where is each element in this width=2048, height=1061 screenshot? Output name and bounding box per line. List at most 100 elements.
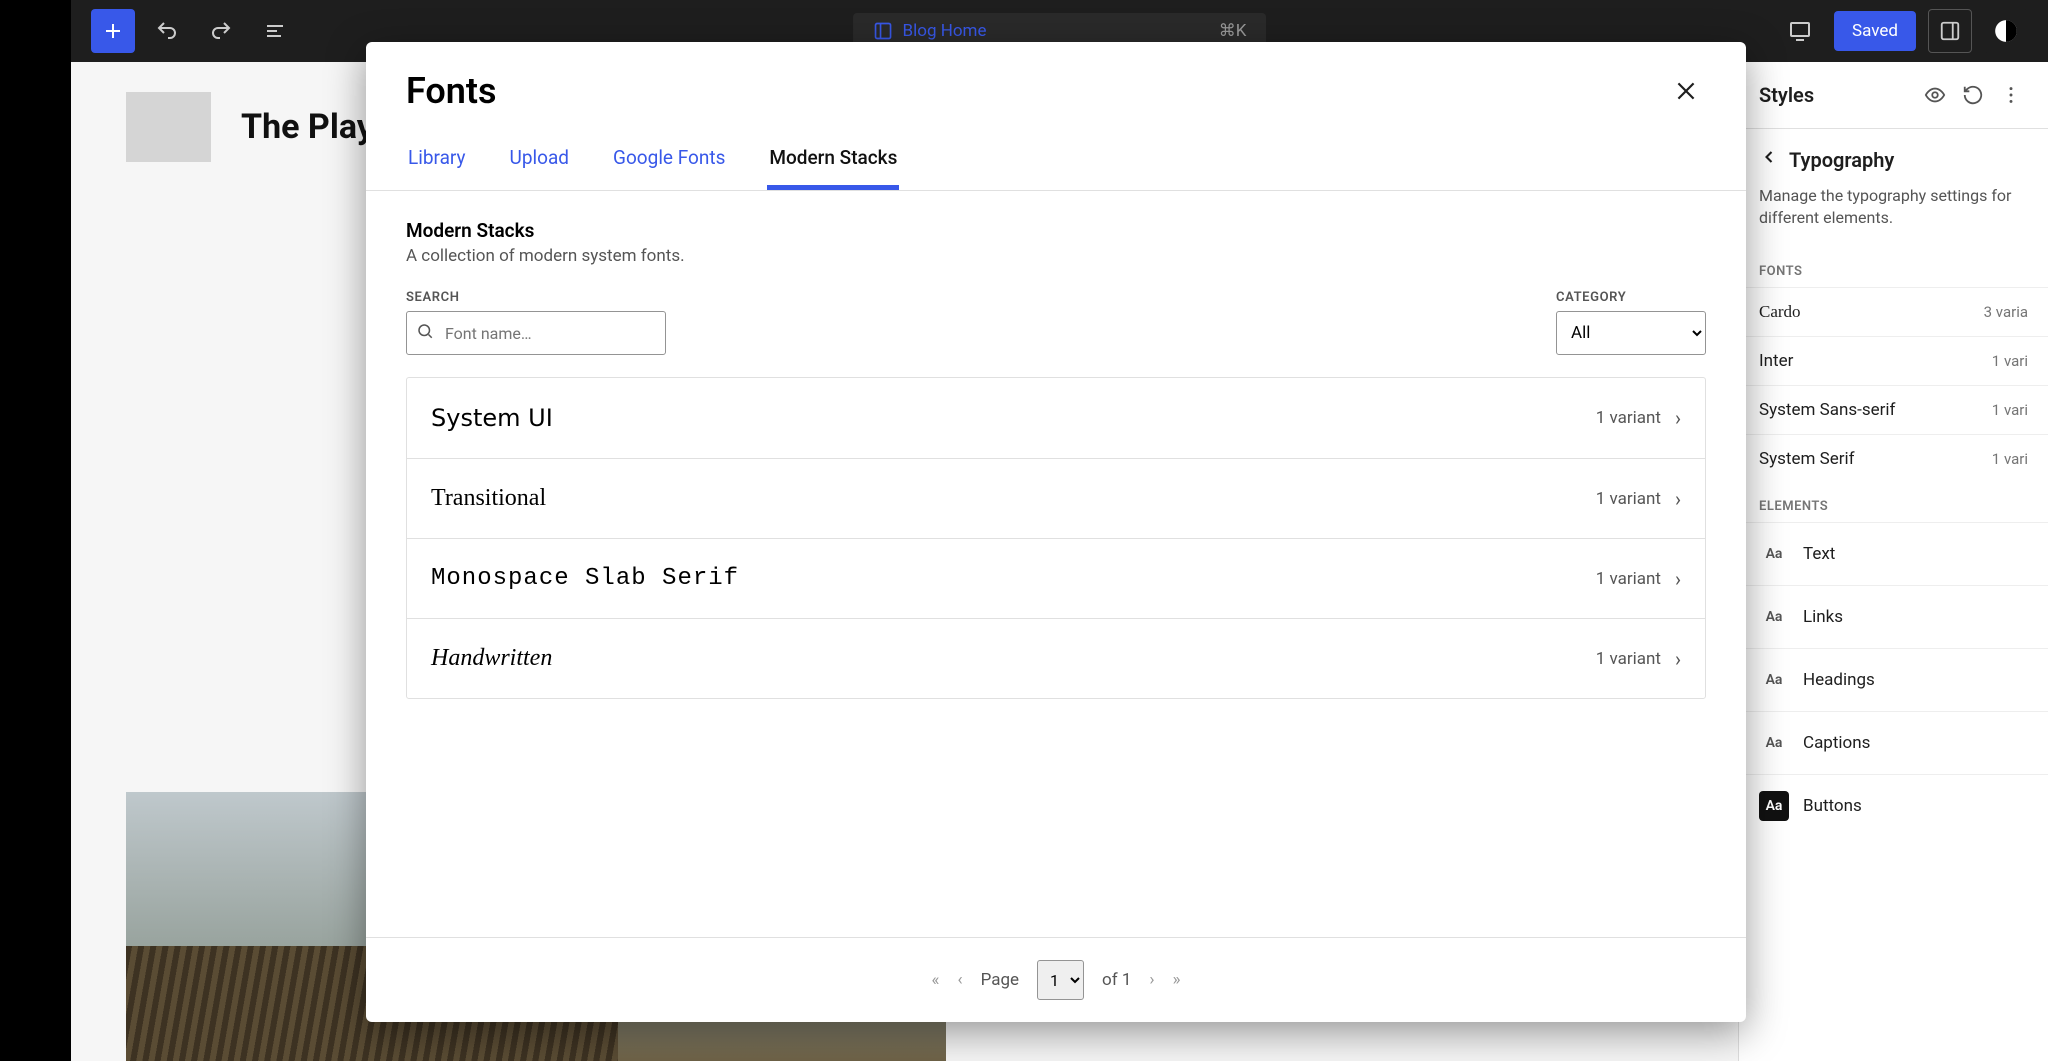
font-option-transitional[interactable]: Transitional 1 variant › <box>407 459 1705 539</box>
layout-icon <box>873 21 893 41</box>
styles-toggle[interactable] <box>1984 9 2028 53</box>
fonts-section-label: FONTS <box>1739 248 2048 287</box>
chevron-right-icon: › <box>1675 487 1681 511</box>
aa-icon: Aa <box>1759 539 1789 569</box>
element-captions[interactable]: Aa Captions <box>1739 711 2048 774</box>
settings-panel-toggle[interactable] <box>1928 9 1972 53</box>
site-logo-placeholder[interactable] <box>126 92 211 162</box>
category-select[interactable]: All <box>1556 311 1706 355</box>
element-text[interactable]: Aa Text <box>1739 522 2048 585</box>
pagination: « ‹ Page 1 of 1 › » <box>366 937 1746 1022</box>
chevron-right-icon: › <box>1675 567 1681 591</box>
aa-icon: Aa <box>1759 728 1789 758</box>
fonts-modal: Fonts Library Upload Google Fonts Modern… <box>366 42 1746 1022</box>
tab-upload[interactable]: Upload <box>508 132 572 190</box>
modal-tabs: Library Upload Google Fonts Modern Stack… <box>366 122 1746 191</box>
sidebar-title: Styles <box>1759 83 1914 107</box>
section-description: A collection of modern system fonts. <box>406 246 1706 266</box>
last-page-button[interactable]: » <box>1173 970 1181 990</box>
view-button[interactable] <box>1778 9 1822 53</box>
font-name: Cardo <box>1759 302 1801 322</box>
font-sample: Monospace Slab Serif <box>431 565 1596 592</box>
document-title: Blog Home <box>903 21 987 41</box>
list-view-button[interactable] <box>253 9 297 53</box>
section-title: Modern Stacks <box>406 219 1706 242</box>
element-label: Links <box>1803 607 1843 627</box>
font-name: System Serif <box>1759 449 1855 469</box>
element-label: Buttons <box>1803 796 1862 816</box>
redo-button[interactable] <box>199 9 243 53</box>
undo-icon <box>155 19 179 43</box>
tab-google-fonts[interactable]: Google Fonts <box>611 132 727 190</box>
close-button[interactable] <box>1666 71 1706 111</box>
element-label: Headings <box>1803 670 1875 690</box>
font-sample: System UI <box>431 404 1596 432</box>
font-sample: Handwritten <box>431 645 1596 672</box>
modal-title: Fonts <box>406 70 497 112</box>
close-icon <box>1673 78 1699 104</box>
chevron-right-icon: › <box>1675 406 1681 430</box>
page-select[interactable]: 1 <box>1037 960 1084 1000</box>
saved-button[interactable]: Saved <box>1834 11 1916 51</box>
desktop-icon <box>1788 19 1812 43</box>
font-variant-count: 1 variant <box>1596 489 1661 509</box>
back-button[interactable] <box>1759 147 1779 173</box>
font-item[interactable]: System Sans-serif 1 vari <box>1739 385 2048 434</box>
font-meta: 1 vari <box>1992 352 2028 370</box>
aa-icon: Aa <box>1759 791 1789 821</box>
font-list: System UI 1 variant › Transitional 1 var… <box>406 377 1706 699</box>
element-label: Text <box>1803 544 1835 564</box>
next-page-button[interactable]: › <box>1149 970 1154 990</box>
elements-section-label: ELEMENTS <box>1739 483 2048 522</box>
font-sample: Transitional <box>431 485 1596 512</box>
element-headings[interactable]: Aa Headings <box>1739 648 2048 711</box>
font-meta: 3 varia <box>1984 303 2028 321</box>
font-name: System Sans-serif <box>1759 400 1895 420</box>
first-page-button[interactable]: « <box>931 970 939 990</box>
search-input[interactable] <box>406 311 666 355</box>
aa-icon: Aa <box>1759 602 1789 632</box>
font-name: Inter <box>1759 351 1793 371</box>
sidebar-icon <box>1939 20 1961 42</box>
font-meta: 1 vari <box>1992 450 2028 468</box>
font-option-monospace[interactable]: Monospace Slab Serif 1 variant › <box>407 539 1705 619</box>
contrast-icon <box>1993 18 2019 44</box>
chevron-left-icon <box>1759 147 1779 167</box>
add-block-button[interactable] <box>91 9 135 53</box>
font-item[interactable]: System Serif 1 vari <box>1739 434 2048 483</box>
font-item[interactable]: Cardo 3 varia <box>1739 287 2048 336</box>
chevron-right-icon: › <box>1675 647 1681 671</box>
list-icon <box>263 19 287 43</box>
tab-library[interactable]: Library <box>406 132 468 190</box>
page-label: Page <box>981 970 1019 990</box>
kebab-icon <box>2000 84 2022 106</box>
font-option-system-ui[interactable]: System UI 1 variant › <box>407 378 1705 459</box>
eye-icon <box>1924 84 1946 106</box>
styles-sidebar: Styles Typography Manage the typography … <box>1738 62 2048 1061</box>
font-variant-count: 1 variant <box>1596 649 1661 669</box>
more-button[interactable] <box>1994 78 2028 112</box>
font-variant-count: 1 variant <box>1596 408 1661 428</box>
page-total: of 1 <box>1102 970 1131 990</box>
font-variant-count: 1 variant <box>1596 569 1661 589</box>
aa-icon: Aa <box>1759 665 1789 695</box>
element-buttons[interactable]: Aa Buttons <box>1739 774 2048 837</box>
undo-button[interactable] <box>145 9 189 53</box>
tab-modern-stacks[interactable]: Modern Stacks <box>767 132 899 190</box>
element-links[interactable]: Aa Links <box>1739 585 2048 648</box>
font-option-handwritten[interactable]: Handwritten 1 variant › <box>407 619 1705 698</box>
plus-icon <box>101 19 125 43</box>
search-icon <box>416 322 434 344</box>
revisions-button[interactable] <box>1956 78 1990 112</box>
font-item[interactable]: Inter 1 vari <box>1739 336 2048 385</box>
prev-page-button[interactable]: ‹ <box>957 970 962 990</box>
font-meta: 1 vari <box>1992 401 2028 419</box>
element-label: Captions <box>1803 733 1870 753</box>
panel-heading: Typography <box>1789 148 1894 172</box>
panel-description: Manage the typography settings for diffe… <box>1739 181 2048 248</box>
search-label: SEARCH <box>406 290 666 305</box>
shortcut-hint: ⌘K <box>1219 21 1247 41</box>
history-icon <box>1962 84 1984 106</box>
style-book-button[interactable] <box>1918 78 1952 112</box>
redo-icon <box>209 19 233 43</box>
